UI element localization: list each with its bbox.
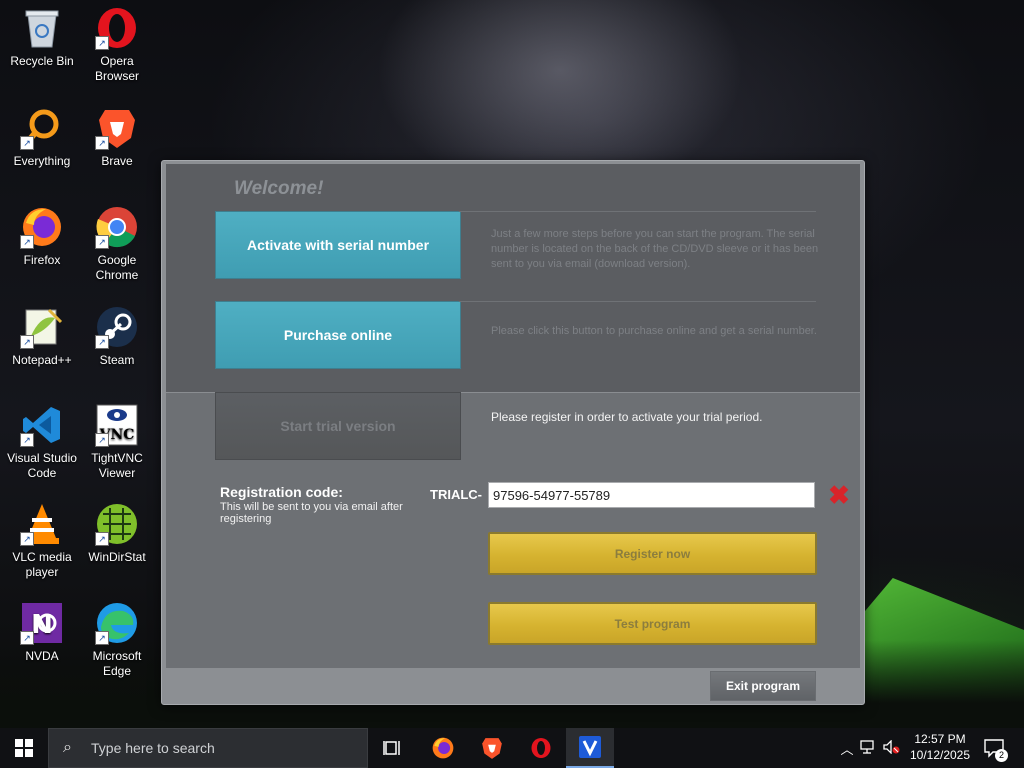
desktop-icon-firefox[interactable]: ↗ Firefox	[0, 205, 84, 268]
desktop-icon-label: Steam	[99, 353, 135, 367]
activate-description: Just a few more steps before you can sta…	[491, 228, 819, 270]
activate-serial-button[interactable]: Activate with serial number	[215, 211, 461, 279]
task-view-button[interactable]	[369, 728, 417, 768]
desktop-icon-everything[interactable]: ↗ Everything	[0, 106, 84, 169]
system-tray: ︿	[838, 728, 904, 768]
taskbar-firefox[interactable]	[419, 728, 467, 768]
desktop-icon-label: Google Chrome	[95, 253, 139, 282]
start-button[interactable]	[0, 728, 48, 768]
register-now-button[interactable]: Register now	[488, 532, 817, 575]
opera-icon: ↗	[95, 6, 139, 50]
desktop-icon-label: Opera Browser	[94, 54, 139, 83]
clear-code-icon[interactable]: ✖	[827, 482, 851, 508]
vlc-icon: ↗	[20, 502, 64, 546]
start-trial-button[interactable]: Start trial version	[215, 392, 461, 460]
desktop-icon-label: Recycle Bin	[10, 54, 74, 68]
search-icon: ⌕	[63, 739, 72, 756]
shortcut-arrow-icon: ↗	[95, 532, 109, 546]
clock-date: 10/12/2025	[909, 748, 971, 762]
windows-logo-icon	[15, 739, 33, 757]
shortcut-arrow-icon: ↗	[95, 335, 109, 349]
code-prefix: TRIALC-	[430, 487, 482, 502]
firefox-icon	[432, 737, 454, 759]
desktop-icon-vscode[interactable]: ↗ Visual Studio Code	[0, 403, 84, 481]
shortcut-arrow-icon: ↗	[20, 235, 34, 249]
notepadpp-icon: ↗	[20, 305, 64, 349]
shortcut-arrow-icon: ↗	[20, 136, 34, 150]
vscode-icon: ↗	[20, 403, 64, 447]
desktop-icon-label: WinDirStat	[88, 550, 146, 564]
taskbar-brave[interactable]	[468, 728, 516, 768]
brave-icon: ↗	[95, 106, 139, 150]
desktop-icon-notepadpp[interactable]: ↗ Notepad++	[0, 305, 84, 368]
notification-count-badge: 2	[995, 749, 1008, 762]
registration-dialog: Welcome! Activate with serial number Jus…	[161, 160, 865, 705]
desktop-icon-chrome[interactable]: ↗ Google Chrome	[75, 205, 159, 283]
desktop-icon-label: Firefox	[23, 253, 61, 267]
desktop-icon-recycle-bin[interactable]: Recycle Bin	[0, 6, 84, 69]
task-view-icon	[383, 741, 400, 755]
search-placeholder: Type here to search	[91, 740, 215, 756]
desktop-icon-tightvnc[interactable]: VNC ↗ TightVNC Viewer	[75, 403, 159, 481]
volume-muted-icon[interactable]	[880, 738, 904, 757]
trial-description: Please register in order to activate you…	[491, 410, 763, 424]
shortcut-arrow-icon: ↗	[20, 433, 34, 447]
desktop-icon-label: Notepad++	[12, 353, 72, 367]
purchase-description: Please click this button to purchase onl…	[491, 325, 817, 337]
desktop-icon-label: Visual Studio Code	[7, 451, 77, 480]
desktop-icon-label: TightVNC Viewer	[91, 451, 143, 480]
nvda-icon: N ↗	[20, 601, 64, 645]
edge-icon: ↗	[95, 601, 139, 645]
brave-icon	[482, 738, 502, 759]
desktop-icon-edge[interactable]: ↗ Microsoft Edge	[75, 601, 159, 679]
chrome-icon: ↗	[95, 205, 139, 249]
desktop-icon-label: NVDA	[25, 649, 59, 663]
network-icon[interactable]	[856, 739, 880, 757]
desktop-icon-label: Everything	[13, 154, 71, 168]
chevron-up-icon[interactable]: ︿	[838, 739, 856, 758]
shortcut-arrow-icon: ↗	[95, 36, 109, 50]
exit-program-button[interactable]: Exit program	[710, 671, 816, 701]
everything-search-icon: ↗	[20, 106, 64, 150]
vivaldi-app-icon	[579, 736, 601, 758]
desktop-icon-windirstat[interactable]: ↗ WinDirStat	[75, 502, 159, 565]
shortcut-arrow-icon: ↗	[20, 335, 34, 349]
desktop-icon-steam[interactable]: ↗ Steam	[75, 305, 159, 368]
tightvnc-icon: VNC ↗	[95, 403, 139, 447]
desktop-icon-label: Microsoft Edge	[92, 649, 142, 678]
desktop-icon-label: Brave	[101, 154, 133, 168]
opera-icon	[531, 738, 551, 758]
desktop-icon-nvda[interactable]: N ↗ NVDA	[0, 601, 84, 664]
shortcut-arrow-icon: ↗	[95, 136, 109, 150]
taskbar-opera[interactable]	[517, 728, 565, 768]
divider	[459, 211, 816, 212]
welcome-title: Welcome!	[234, 178, 324, 199]
recycle-bin-icon	[20, 6, 64, 50]
dialog-top-panel: Welcome! Activate with serial number Jus…	[166, 164, 860, 392]
registration-code-hint: This will be sent to you via email after…	[220, 501, 403, 525]
notification-center-button[interactable]: 2	[974, 728, 1014, 768]
divider	[459, 301, 816, 302]
taskbar-search-box[interactable]: ⌕ Type here to search	[48, 728, 368, 768]
taskbar: ⌕ Type here to search ︿ 12:57 PM 10/12/2…	[0, 728, 1024, 768]
registration-code-input[interactable]	[488, 482, 815, 508]
windirstat-icon: ↗	[95, 502, 139, 546]
desktop-icon-brave[interactable]: ↗ Brave	[75, 106, 159, 169]
firefox-icon: ↗	[20, 205, 64, 249]
registration-code-label: Registration code:	[220, 484, 343, 500]
clock-time: 12:57 PM	[914, 732, 966, 746]
shortcut-arrow-icon: ↗	[95, 631, 109, 645]
shortcut-arrow-icon: ↗	[95, 235, 109, 249]
test-program-button[interactable]: Test program	[488, 602, 817, 645]
purchase-online-button[interactable]: Purchase online	[215, 301, 461, 369]
taskbar-vivaldi[interactable]	[566, 728, 614, 768]
steam-icon: ↗	[95, 305, 139, 349]
shortcut-arrow-icon: ↗	[20, 631, 34, 645]
desktop-icon-label: VLC media player	[12, 550, 72, 579]
system-clock[interactable]: 12:57 PM 10/12/2025	[905, 731, 975, 763]
desktop-icon-vlc[interactable]: ↗ VLC media player	[0, 502, 84, 580]
desktop-icon-opera[interactable]: ↗ Opera Browser	[75, 6, 159, 84]
shortcut-arrow-icon: ↗	[20, 532, 34, 546]
shortcut-arrow-icon: ↗	[95, 433, 109, 447]
